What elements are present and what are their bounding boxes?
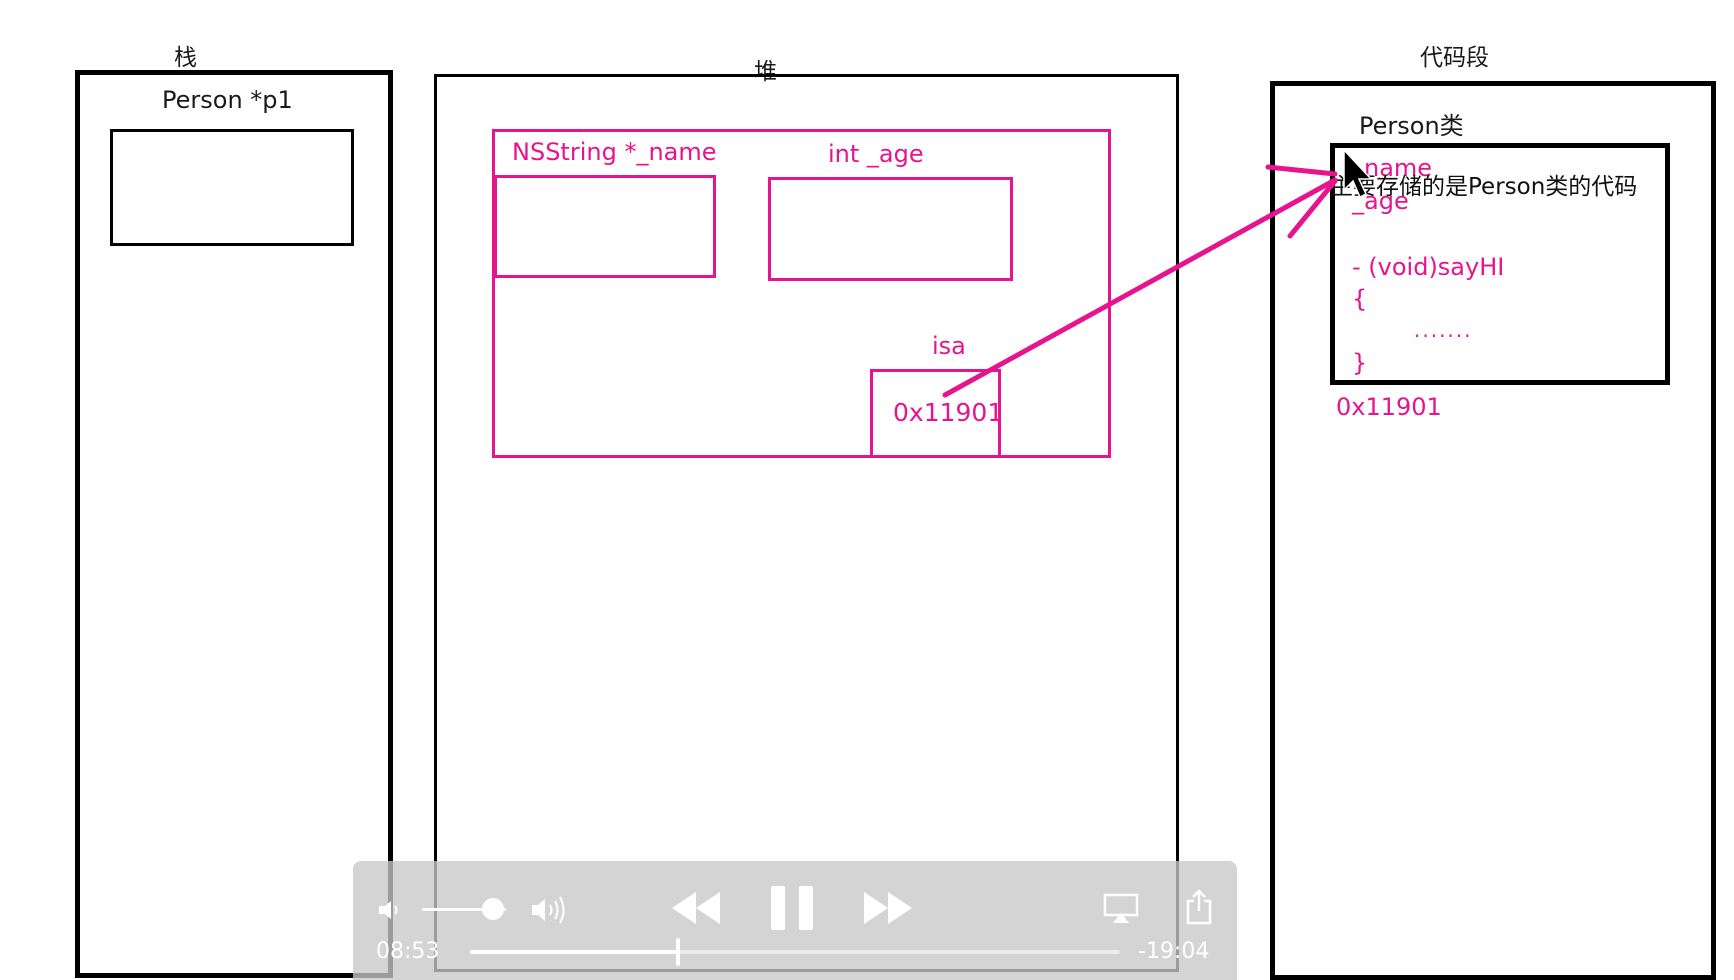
code-annotation: 主要存储的是Person类的代码 bbox=[1330, 174, 1638, 200]
stack-title: 栈 bbox=[174, 45, 197, 71]
volume-high-button[interactable] bbox=[528, 893, 572, 927]
class-address: 0x11901 bbox=[1336, 393, 1442, 421]
field-name-box bbox=[494, 175, 716, 278]
method-close-brace: } bbox=[1352, 349, 1368, 377]
airplay-button[interactable] bbox=[1102, 892, 1140, 926]
memory-diagram-slide: 栈 Person *p1 堆 NSString *_name int _age … bbox=[0, 0, 1734, 980]
class-label: Person类 bbox=[1359, 112, 1464, 140]
airplay-icon bbox=[1103, 893, 1139, 923]
rewind-icon bbox=[672, 892, 720, 924]
pause-button[interactable] bbox=[768, 883, 816, 933]
fast-forward-icon bbox=[864, 892, 912, 924]
share-button[interactable] bbox=[1184, 888, 1214, 926]
code-segment-title: 代码段 bbox=[1420, 45, 1489, 71]
volume-knob[interactable] bbox=[482, 898, 504, 920]
speaker-low-icon bbox=[379, 901, 398, 919]
field-name-label: NSString *_name bbox=[512, 138, 717, 166]
pause-icon bbox=[771, 886, 813, 930]
progress-fill bbox=[470, 950, 678, 954]
remaining-time: -19:04 bbox=[1138, 939, 1210, 964]
speaker-high-icon bbox=[532, 896, 565, 924]
progress-scrubber[interactable] bbox=[676, 938, 680, 966]
elapsed-time: 08:53 bbox=[376, 939, 440, 964]
isa-label: isa bbox=[932, 332, 966, 360]
stack-var-box bbox=[110, 129, 354, 246]
field-age-box bbox=[768, 177, 1013, 281]
rewind-button[interactable] bbox=[668, 888, 724, 928]
member-method: - (void)sayHI bbox=[1352, 253, 1505, 281]
method-open-brace: { bbox=[1352, 285, 1368, 313]
volume-low-button[interactable] bbox=[374, 895, 408, 925]
isa-value: 0x11901 bbox=[893, 398, 1004, 427]
field-age-label: int _age bbox=[828, 140, 924, 168]
fast-forward-button[interactable] bbox=[860, 888, 916, 928]
share-icon bbox=[1186, 889, 1212, 925]
method-body: ....... bbox=[1414, 318, 1473, 342]
stack-var-label: Person *p1 bbox=[162, 86, 293, 114]
